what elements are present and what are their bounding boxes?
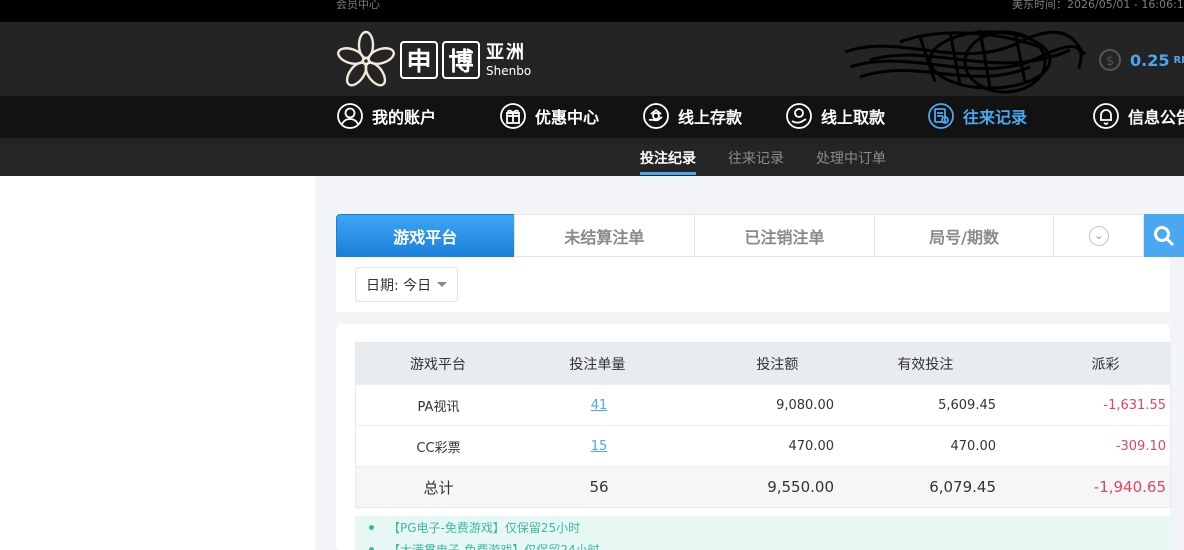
date-select-value: 日期: 今日	[366, 277, 432, 294]
flower-logo-icon	[337, 30, 395, 87]
tab-more-dropdown[interactable]: ⌄	[1053, 214, 1145, 257]
dollar-coin-icon: $	[1099, 49, 1121, 71]
nav-records[interactable]: 往来记录	[927, 96, 1027, 136]
tab-round-number[interactable]: 局号/期数	[873, 214, 1055, 257]
subnav-bet-records[interactable]: 投注纪录	[640, 148, 696, 175]
logo-en: Shenbo	[486, 63, 532, 78]
logo-char-1: 申	[400, 41, 438, 79]
cell-valid: 470.00	[950, 438, 997, 454]
cell-platform: CC彩票	[416, 440, 461, 456]
main-nav: 我的账户 优惠中心 线上存款 线上取款 往来记录 信息公告	[0, 96, 1184, 138]
total-amount: 9,550.00	[767, 478, 834, 496]
gift-icon	[500, 103, 526, 129]
table-total-row: 总计 56 9,550.00 6,079.45 -1,940.65	[356, 466, 1170, 507]
promo-text: 【大满贯电子-免费游戏】仅保留24小时	[388, 542, 600, 550]
subnav-transactions[interactable]: 往来记录	[728, 148, 784, 168]
chevron-down-icon: ⌄	[1088, 225, 1109, 246]
svg-text:$: $	[1106, 54, 1114, 69]
nav-label: 线上存款	[678, 108, 743, 127]
nav-label: 优惠中心	[535, 108, 600, 127]
tab-game-platform[interactable]: 游戏平台	[336, 214, 515, 257]
promo-item[interactable]: 【PG电子-免费游戏】仅保留25小时	[369, 516, 1171, 538]
bet-summary-table: 游戏平台 投注单量 投注额 有效投注 派彩 PA视讯 41 9,080.00 5…	[355, 342, 1171, 508]
nav-announcements[interactable]: 信息公告	[1092, 96, 1184, 136]
bullet-icon	[369, 524, 374, 530]
col-platform: 游戏平台	[409, 356, 466, 373]
redaction-scribble	[844, 29, 1087, 94]
col-valid: 有效投注	[897, 356, 954, 373]
nav-label: 我的账户	[372, 108, 437, 127]
cell-valid: 5,609.45	[938, 397, 996, 413]
deposit-icon	[643, 103, 669, 129]
promo-item[interactable]: 【大满贯电子-免费游戏】仅保留24小时	[369, 538, 1171, 550]
balance-unit: RM	[1173, 54, 1184, 66]
total-label: 总计	[423, 478, 454, 497]
search-button[interactable]	[1144, 214, 1184, 257]
nav-deposit[interactable]: 线上存款	[642, 96, 742, 136]
left-blank-area	[0, 176, 315, 550]
nav-promotions[interactable]: 优惠中心	[499, 96, 599, 136]
search-icon	[1154, 225, 1175, 246]
nav-label: 往来记录	[963, 108, 1028, 127]
table-row: PA视讯 41 9,080.00 5,609.45 -1,631.55	[356, 384, 1170, 425]
subnav-pending-orders[interactable]: 处理中订单	[816, 148, 886, 168]
cell-amount: 470.00	[788, 438, 835, 454]
cell-payout: -309.10	[1115, 438, 1166, 454]
user-icon	[337, 103, 363, 129]
col-payout: 派彩	[1091, 356, 1120, 373]
col-count: 投注单量	[569, 356, 626, 373]
bullet-icon	[369, 546, 374, 550]
logo-cn: 亚洲	[486, 41, 526, 63]
bell-icon	[1093, 103, 1119, 129]
top-info-bar: 会员中心 美东时间：2026/05/01 - 16:06:1	[0, 0, 1184, 22]
logo-wordmark: 亚洲 Shenbo	[486, 41, 532, 78]
total-count: 56	[589, 478, 609, 496]
total-payout: -1,940.65	[1093, 478, 1166, 496]
withdraw-icon	[786, 103, 812, 129]
date-select[interactable]: 日期: 今日	[355, 267, 458, 302]
nav-label: 信息公告	[1128, 108, 1184, 127]
server-time: 美东时间：2026/05/01 - 16:06:1	[1012, 0, 1184, 11]
balance-value: 0.25	[1130, 50, 1170, 70]
cell-payout: -1,631.55	[1103, 397, 1166, 413]
cell-amount: 9,080.00	[776, 397, 834, 413]
promo-text: 【PG电子-免费游戏】仅保留25小时	[388, 520, 581, 535]
cell-count-link[interactable]: 15	[591, 439, 608, 454]
tab-cancelled[interactable]: 已注销注单	[694, 214, 875, 257]
nav-my-account[interactable]: 我的账户	[336, 96, 436, 136]
cell-count-link[interactable]: 41	[591, 398, 608, 413]
sub-nav: 投注纪录 往来记录 处理中订单	[0, 138, 1184, 176]
member-center-link[interactable]: 会员中心	[336, 0, 380, 12]
brand-logo[interactable]: 申 博 亚洲 Shenbo	[335, 30, 531, 90]
nav-label: 线上取款	[821, 108, 886, 127]
header: 申 博 亚洲 Shenbo $ 0.25 RM	[0, 22, 1184, 96]
table-row: CC彩票 15 470.00 470.00 -309.10	[356, 425, 1170, 466]
caret-down-icon	[437, 282, 448, 287]
logo-char-2: 博	[442, 41, 480, 79]
record-tabs: 游戏平台 未结算注单 已注销注单 局号/期数 ⌄	[336, 214, 1184, 257]
total-valid: 6,079.45	[929, 478, 996, 496]
cell-platform: PA视讯	[417, 399, 460, 415]
promo-notices: 【PG电子-免费游戏】仅保留25小时 【大满贯电子-免费游戏】仅保留24小时	[355, 516, 1171, 550]
nav-withdraw[interactable]: 线上取款	[785, 96, 885, 136]
balance[interactable]: $ 0.25 RM	[1098, 48, 1184, 72]
col-amount: 投注额	[756, 356, 799, 373]
table-header: 游戏平台 投注单量 投注额 有效投注 派彩	[356, 343, 1170, 384]
tab-unsettled[interactable]: 未结算注单	[513, 214, 696, 257]
records-icon	[928, 103, 954, 129]
